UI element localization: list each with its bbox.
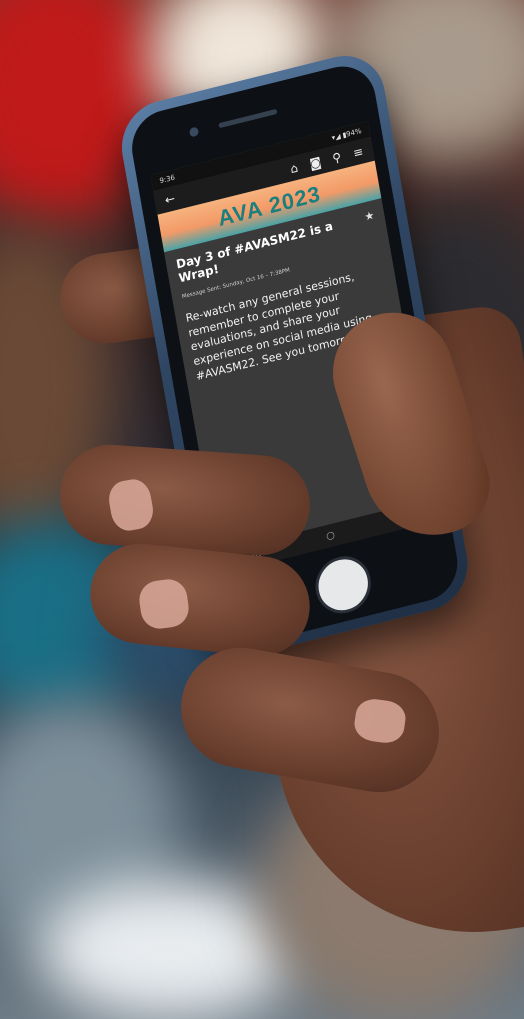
- home-icon[interactable]: ⌂: [286, 160, 302, 177]
- search-icon[interactable]: ⚲: [329, 149, 345, 166]
- earpiece-speaker: [218, 108, 278, 129]
- menu-icon[interactable]: ≡: [350, 144, 366, 161]
- home-button[interactable]: [311, 550, 376, 620]
- front-camera: [188, 126, 200, 138]
- finger-index: [56, 441, 314, 559]
- star-icon[interactable]: ★: [364, 208, 376, 223]
- status-time: 9:36: [158, 173, 176, 186]
- camera-icon[interactable]: ◙: [307, 154, 323, 172]
- photo-background: 9:36 ▾◢ ▮94% ← ⌂ ◙ ⚲ ≡ AVA 2023 Day 3 of…: [0, 0, 524, 1019]
- arrow-left-icon[interactable]: ←: [162, 191, 178, 208]
- home-circle-icon[interactable]: ○: [325, 529, 335, 542]
